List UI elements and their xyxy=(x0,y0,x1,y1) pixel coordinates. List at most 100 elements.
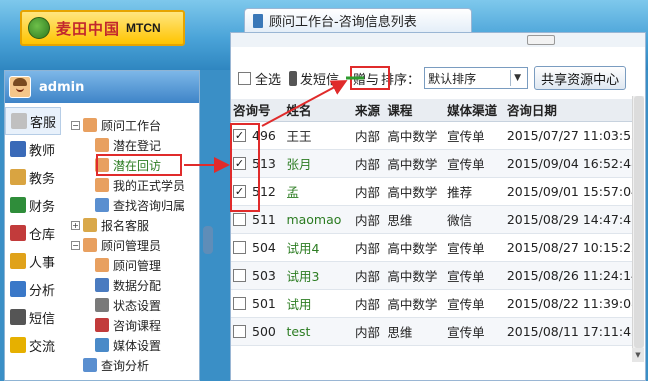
sort-select[interactable]: 默认排序 ▼ xyxy=(424,67,529,89)
select-all-checkbox[interactable] xyxy=(238,71,251,85)
query-button[interactable] xyxy=(527,35,555,45)
logo-emblem-icon xyxy=(28,17,50,39)
side-nav-item[interactable]: 短信 xyxy=(5,303,61,331)
col-header-name[interactable]: 姓名 xyxy=(284,99,353,122)
col-header-channel[interactable]: 媒体渠道 xyxy=(445,99,505,122)
cell-name[interactable]: 张月 xyxy=(284,149,353,178)
cell-id: 500 xyxy=(231,317,285,346)
cell-date: 2015/08/27 10:15:22 xyxy=(504,233,639,262)
table-row[interactable]: ✓ 496 王王 内部 高中数学 宣传单 2015/07/27 11:03:53 xyxy=(231,121,639,150)
row-checkbox[interactable] xyxy=(233,268,246,282)
col-header-date[interactable]: 咨询日期 xyxy=(504,99,639,122)
cell-date: 2015/09/04 16:52:48 xyxy=(504,149,639,178)
tree-item[interactable]: 数据分配 xyxy=(65,275,197,295)
share-button-label: 共享资源中心 xyxy=(541,72,620,88)
cell-course: 思维 xyxy=(385,317,446,346)
tree-group-consultant-admin[interactable]: − 顾问管理员 xyxy=(65,235,197,255)
side-nav-item[interactable]: 财务 xyxy=(5,191,61,219)
tree-item[interactable]: 顾问管理 xyxy=(65,255,197,275)
table-row[interactable]: ✓ 512 孟内部 高中数学 推荐 2015/09/01 15:57:04 xyxy=(231,177,639,206)
row-checkbox[interactable] xyxy=(233,324,246,338)
cell-name[interactable]: 试用 xyxy=(284,289,353,318)
side-nav-label: 人事 xyxy=(29,255,56,271)
vertical-scrollbar[interactable] xyxy=(632,96,644,348)
consult-table: 咨询号 姓名 来源 课程 媒体渠道 咨询日期 ✓ 496 王王 内部 高中数学 宣传单 20… xyxy=(231,99,639,346)
row-checkbox[interactable] xyxy=(233,212,246,226)
user-bar: admin xyxy=(5,71,199,103)
cell-channel: 推荐 xyxy=(445,177,505,206)
col-header-source[interactable]: 来源 xyxy=(352,99,386,122)
collapse-icon[interactable]: − xyxy=(71,240,80,250)
cell-course: 高中数学 xyxy=(385,121,446,150)
table-row[interactable]: 503 试用3 内部 高中数学 宣传单 2015/08/26 11:24:14 xyxy=(231,261,639,290)
table-header-row: 咨询号 姓名 来源 课程 媒体渠道 咨询日期 xyxy=(231,99,639,122)
side-nav-label: 客服 xyxy=(30,115,57,131)
side-nav-item[interactable]: 分析 xyxy=(5,275,61,303)
tree-item-label: 顾问管理 xyxy=(113,258,162,273)
sort-value: 默认排序 xyxy=(428,71,477,86)
share-resource-center-button[interactable]: 共享资源中心 xyxy=(534,66,627,90)
row-checkbox[interactable] xyxy=(233,296,246,310)
tree-item[interactable]: 查找咨询归属 xyxy=(65,195,197,215)
cell-channel: 宣传单 xyxy=(445,317,505,346)
database-icon xyxy=(95,278,109,292)
cell-name[interactable]: 试用3 xyxy=(284,261,353,290)
side-nav-item[interactable]: 交流 xyxy=(5,331,61,359)
house-icon xyxy=(10,225,26,241)
people-icon xyxy=(95,138,109,152)
consult-id: 501 xyxy=(252,295,276,311)
cell-name[interactable]: 孟 xyxy=(284,177,353,206)
avatar[interactable] xyxy=(9,76,31,98)
pen-icon xyxy=(83,218,97,232)
brand-name-en: MTCN xyxy=(126,21,161,35)
col-header-id[interactable]: 咨询号 xyxy=(231,99,285,122)
table-row[interactable]: 504 试用4 内部 高中数学 宣传单 2015/08/27 10:15:22 xyxy=(231,233,639,262)
table-row[interactable]: 500 test 内部 思维 宣传单 2015/08/11 17:11:45 xyxy=(231,317,639,346)
cell-id: 504 xyxy=(231,233,285,262)
cell-name[interactable]: test xyxy=(284,317,353,346)
user-name: admin xyxy=(39,79,85,95)
expand-icon[interactable]: + xyxy=(71,220,80,230)
side-nav-label: 财务 xyxy=(29,199,56,215)
people-icon xyxy=(10,253,26,269)
cell-name[interactable]: 试用4 xyxy=(284,233,353,262)
tab-consult-list[interactable]: 顾问工作台-咨询信息列表 xyxy=(244,8,472,32)
people-icon xyxy=(95,258,109,272)
tree-item[interactable]: 咨询课程 xyxy=(65,315,197,335)
row-checkbox[interactable] xyxy=(233,240,246,254)
side-nav-item[interactable]: 教务 xyxy=(5,163,61,191)
tree-item-query-analysis[interactable]: 查询分析 xyxy=(65,355,197,375)
cell-source: 内部 xyxy=(352,121,386,150)
scroll-down-button[interactable]: ▼ xyxy=(632,348,644,362)
side-nav-item[interactable]: 教师 xyxy=(5,135,61,163)
cell-name[interactable]: 王王 xyxy=(284,121,353,150)
side-nav-item[interactable]: 人事 xyxy=(5,247,61,275)
person-icon xyxy=(83,238,97,252)
tree-item[interactable]: 状态设置 xyxy=(65,295,197,315)
cell-source: 内部 xyxy=(352,289,386,318)
table-row[interactable]: 511 maomao 内部 思维 微信 2015/08/29 14:47:41 xyxy=(231,205,639,234)
document-icon xyxy=(253,13,263,28)
panel-collapse-handle[interactable] xyxy=(203,226,213,254)
tree-group-consultant-workbench[interactable]: − 顾问工作台 xyxy=(65,115,197,135)
tree-item[interactable]: 媒体设置 xyxy=(65,335,197,355)
scroll-thumb[interactable] xyxy=(634,96,644,348)
tree-item[interactable]: 潜在登记 xyxy=(65,135,197,155)
table-row[interactable]: 501 试用 内部 高中数学 宣传单 2015/08/22 11:39:08 xyxy=(231,289,639,318)
table-row[interactable]: ✓ 513 张月 内部 高中数学 宣传单 2015/09/04 16:52:48 xyxy=(231,149,639,178)
cell-name[interactable]: maomao xyxy=(284,205,353,234)
chat-icon xyxy=(10,337,26,353)
tree-item[interactable]: 我的正式学员 xyxy=(65,175,197,195)
side-nav-label: 仓库 xyxy=(29,227,56,243)
cell-channel: 宣传单 xyxy=(445,261,505,290)
side-nav-item[interactable]: 仓库 xyxy=(5,219,61,247)
tree-group-enroll-service[interactable]: + 报名客服 xyxy=(65,215,197,235)
collapse-icon[interactable]: − xyxy=(71,120,80,130)
col-header-course[interactable]: 课程 xyxy=(385,99,446,122)
cell-id: 503 xyxy=(231,261,285,290)
cell-source: 内部 xyxy=(352,205,386,234)
side-nav-item[interactable]: 客服 xyxy=(5,107,61,135)
pen-icon xyxy=(11,113,27,129)
tree-group-label: 顾问管理员 xyxy=(101,238,162,253)
send-sms-button[interactable]: 发短信 xyxy=(300,69,339,88)
